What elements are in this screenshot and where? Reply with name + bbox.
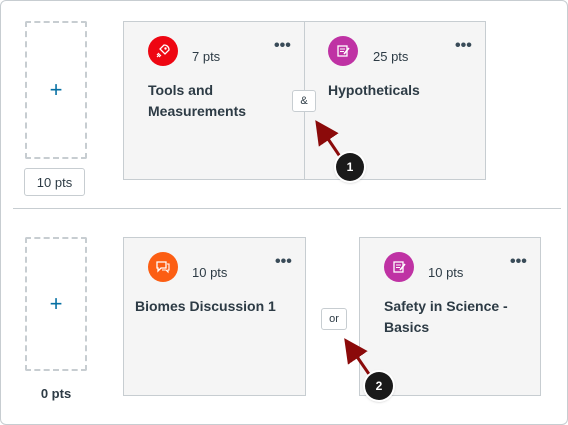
callout-1: 1 [336, 153, 364, 181]
mastery-path-panel: + 10 pts 7 pts ••• Tools and Measurement… [0, 0, 568, 425]
annotation-arrows [315, 120, 373, 378]
arrow-1 [315, 120, 343, 159]
arrow-2 [344, 338, 373, 378]
callout-2: 2 [365, 372, 393, 400]
